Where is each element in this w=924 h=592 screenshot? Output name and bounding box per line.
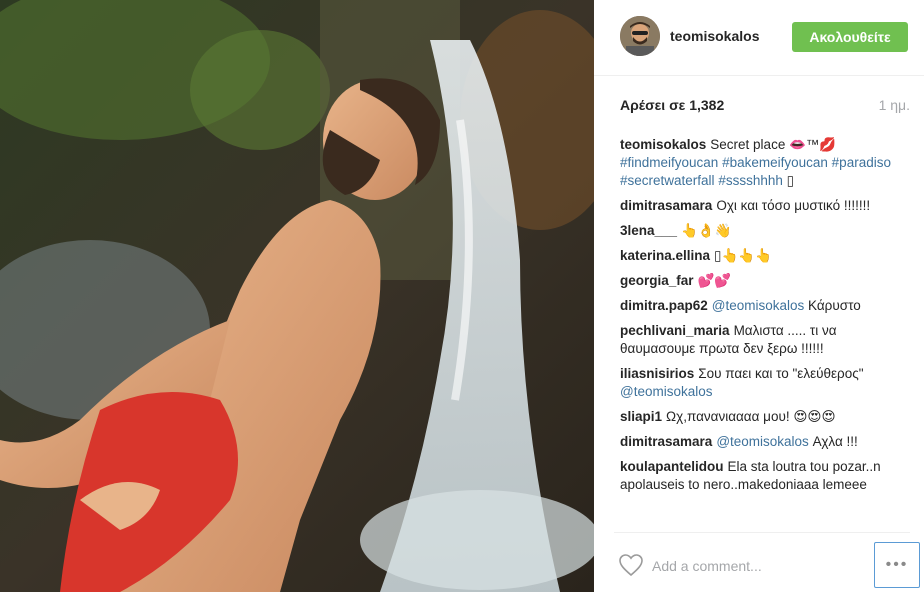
comment-item: 3lena___ 👆👌👋 — [620, 222, 912, 240]
comment-tag-link[interactable]: #paradiso — [832, 155, 891, 170]
likes-count[interactable]: Αρέσει σε 1,382 — [620, 97, 724, 113]
comment-item: georgia_far 💕💕 — [620, 272, 912, 290]
comment-text: Κάρυστο — [804, 298, 861, 313]
comment-username[interactable]: koulapantelidou — [620, 459, 724, 474]
comment-username[interactable]: dimitra.pap62 — [620, 298, 708, 313]
comment-username[interactable]: 3lena___ — [620, 223, 677, 238]
comment-tag-link[interactable]: #sssshhhh — [718, 173, 783, 188]
comment-text: ▯ — [782, 173, 795, 188]
comment-text: Σου παει και το "ελεύθερος" — [698, 366, 864, 381]
comment-username[interactable]: dimitrasamara — [620, 198, 712, 213]
comment-username[interactable]: pechlivani_maria — [620, 323, 730, 338]
comment-username[interactable]: iliasnisirios — [620, 366, 694, 381]
comment-item: sliapi1 Ωχ,πανανιαααα μου! 😍😍😍 — [620, 408, 912, 426]
avatar[interactable] — [620, 16, 660, 56]
comment-item: pechlivani_maria Μαλιστα ..... τι να θαυμ… — [620, 322, 912, 358]
photo-image — [0, 0, 594, 592]
comment-username[interactable]: dimitrasamara — [620, 434, 712, 449]
comment-item: katerina.ellina ▯👆👆👆 — [620, 247, 912, 265]
post-time[interactable]: 1 ημ. — [879, 97, 910, 113]
comment-item: iliasnisirios Σου παει και το "ελεύθερος"… — [620, 365, 912, 401]
post-footer — [614, 532, 910, 592]
more-icon: ••• — [885, 556, 909, 573]
comment-text: 👆👌👋 — [681, 223, 732, 238]
more-options-button[interactable]: ••• — [874, 542, 920, 588]
comment-text: Αχλα !!! — [808, 434, 858, 449]
comment-tag-link[interactable]: #secretwaterfall — [620, 173, 715, 188]
heart-icon[interactable] — [618, 553, 644, 577]
comment-item: dimitra.pap62 @teomisokalos Κάρυστο — [620, 297, 912, 315]
comment-item: koulapantelidou Ela sta loutra tou pozar.… — [620, 458, 912, 494]
post-panel: teomisokalos Ακολουθείτε Αρέσει σε 1,382… — [594, 0, 924, 592]
comment-text: 💕💕 — [697, 273, 732, 288]
comment-tag-link[interactable]: @teomisokalos — [620, 384, 713, 399]
follow-button[interactable]: Ακολουθείτε — [792, 22, 908, 52]
comment-text: Ωχ,πανανιαααα μου! 😍😍😍 — [666, 409, 836, 424]
comment-username[interactable]: georgia_far — [620, 273, 694, 288]
comment-text: ▯👆👆👆 — [714, 248, 772, 263]
username-link[interactable]: teomisokalos — [670, 28, 759, 44]
comment-item: dimitrasamara @teomisokalos Αχλα !!! — [620, 433, 912, 451]
comment-username[interactable]: teomisokalos — [620, 137, 706, 152]
comment-item: teomisokalos Secret place 👄™💋 #findmeifyo… — [620, 136, 912, 190]
post-photo[interactable] — [0, 0, 594, 592]
comment-tag-link[interactable]: @teomisokalos — [712, 298, 805, 313]
comment-tag-link[interactable]: #findmeifyoucan — [620, 155, 718, 170]
comment-username[interactable]: sliapi1 — [620, 409, 662, 424]
comment-username[interactable]: katerina.ellina — [620, 248, 710, 263]
comment-tag-link[interactable]: #bakemeifyoucan — [722, 155, 828, 170]
post-header: teomisokalos Ακολουθείτε — [594, 0, 924, 76]
comment-item: dimitrasamara Οχι και τόσο μυστικό !!!!!!… — [620, 197, 912, 215]
comment-text: Οχι και τόσο μυστικό !!!!!!! — [716, 198, 871, 213]
likes-row: Αρέσει σε 1,382 1 ημ. — [620, 97, 910, 115]
comments-list: teomisokalos Secret place 👄™💋 #findmeifyo… — [620, 136, 912, 501]
comment-tag-link[interactable]: @teomisokalos — [716, 434, 809, 449]
avatar-image — [620, 16, 660, 56]
comment-text: Secret place 👄™💋 — [710, 137, 837, 152]
add-comment-input[interactable] — [652, 555, 862, 577]
